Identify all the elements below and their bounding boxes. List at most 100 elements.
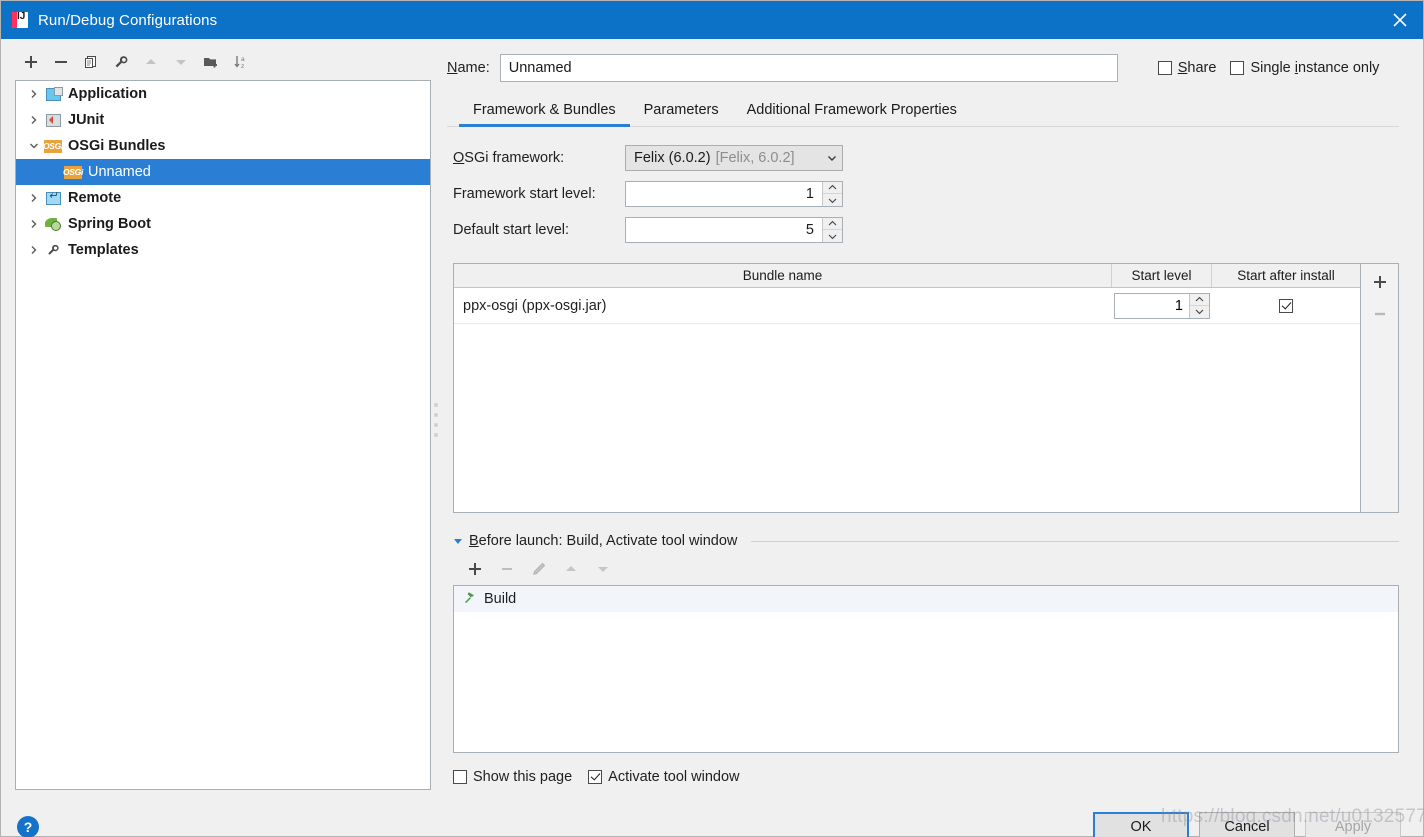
column-header-start-level[interactable]: Start level <box>1112 264 1212 287</box>
name-input[interactable] <box>499 54 1118 82</box>
before-launch-title: Before launch: Build, Activate tool wind… <box>469 533 738 549</box>
application-icon <box>44 86 63 102</box>
spring-boot-icon <box>44 216 62 232</box>
framework-start-level-stepper[interactable] <box>625 181 843 207</box>
configurations-tree[interactable]: Application JUnit OSGi OSGi Bundles OSGi… <box>15 80 431 790</box>
tree-item-unnamed[interactable]: OSGi Unnamed <box>16 159 430 185</box>
bundles-table-side-toolbar <box>1361 263 1399 513</box>
tree-item-junit[interactable]: JUnit <box>16 107 430 133</box>
show-this-page-label: Show this page <box>473 769 573 785</box>
triangle-down-icon[interactable] <box>453 536 463 546</box>
move-task-down-button[interactable] <box>589 556 617 582</box>
junit-icon <box>44 112 62 128</box>
pencil-icon[interactable] <box>525 556 553 582</box>
chevron-right-icon[interactable] <box>24 219 44 229</box>
stepper-down-icon[interactable] <box>823 194 842 206</box>
folder-add-icon[interactable] <box>197 49 225 75</box>
chevron-right-icon[interactable] <box>24 115 44 125</box>
share-checkbox[interactable]: Share <box>1157 60 1217 76</box>
add-task-button[interactable] <box>461 556 489 582</box>
help-question-icon[interactable]: ? <box>17 816 39 837</box>
tab-framework-and-bundles[interactable]: Framework & Bundles <box>459 102 630 127</box>
tree-item-label: Application <box>68 86 147 102</box>
remove-task-button[interactable] <box>493 556 521 582</box>
tree-item-osgi-bundles[interactable]: OSGi OSGi Bundles <box>16 133 430 159</box>
stepper-buttons[interactable] <box>822 182 842 206</box>
stepper-down-icon[interactable] <box>823 230 842 242</box>
tree-item-templates[interactable]: Templates <box>16 237 430 263</box>
sort-az-icon[interactable]: a z <box>227 49 255 75</box>
tab-parameters[interactable]: Parameters <box>630 102 733 126</box>
framework-start-level-input[interactable] <box>626 182 822 206</box>
chevron-right-icon[interactable] <box>24 89 44 99</box>
remove-bundle-button[interactable] <box>1367 302 1393 326</box>
before-launch-task-list[interactable]: Build <box>453 585 1399 753</box>
cell-start-after-install[interactable] <box>1212 288 1360 323</box>
panel-splitter[interactable] <box>431 39 441 800</box>
tree-item-label: Remote <box>68 190 122 206</box>
hammer-icon <box>462 590 477 608</box>
osgi-framework-detail: [Felix, 6.0.2] <box>715 150 795 166</box>
framework-start-level-row: Framework start level: <box>447 179 1399 209</box>
activate-tool-window-checkbox[interactable]: Activate tool window <box>588 769 740 785</box>
stepper-up-icon[interactable] <box>823 218 842 230</box>
stepper-down-icon[interactable] <box>1190 305 1209 318</box>
chevron-down-icon[interactable] <box>24 141 44 151</box>
framework-start-level-label: Framework start level: <box>453 186 596 202</box>
bundle-start-level-stepper[interactable] <box>1114 292 1210 319</box>
single-instance-only-checkbox[interactable]: Single instance only <box>1230 60 1379 76</box>
stepper-buttons[interactable] <box>822 218 842 242</box>
before-launch-header[interactable]: Before launch: Build, Activate tool wind… <box>453 533 1399 549</box>
editor-tabs: Framework & Bundles Parameters Additiona… <box>447 95 1399 127</box>
checkbox-box[interactable] <box>1230 61 1245 75</box>
close-icon[interactable] <box>1377 1 1423 39</box>
section-divider <box>751 540 1399 542</box>
cancel-button[interactable]: Cancel <box>1199 812 1295 837</box>
checkbox-box[interactable] <box>453 770 467 784</box>
name-row: Name: Share Single instance only <box>447 53 1399 83</box>
column-header-bundle-name[interactable]: Bundle name <box>454 264 1112 287</box>
tree-item-remote[interactable]: Remote <box>16 185 430 211</box>
table-header: Bundle name Start level Start after inst… <box>454 264 1360 288</box>
checkbox-box[interactable] <box>1157 61 1172 75</box>
splitter-grip-icon <box>434 402 438 437</box>
add-bundle-button[interactable] <box>1367 270 1393 294</box>
osgi-framework-select[interactable]: Felix (6.0.2) [Felix, 6.0.2] <box>625 145 843 171</box>
bundles-table[interactable]: Bundle name Start level Start after inst… <box>453 263 1361 513</box>
checkbox-box[interactable] <box>588 770 603 784</box>
column-header-start-after-install[interactable]: Start after install <box>1212 264 1360 287</box>
cell-bundle-name: ppx-osgi (ppx-osgi.jar) <box>463 297 607 314</box>
add-configuration-button[interactable] <box>17 49 45 75</box>
move-down-button[interactable] <box>167 49 195 75</box>
default-start-level-input[interactable] <box>626 218 822 242</box>
cell-start-level[interactable] <box>1112 288 1212 323</box>
chevron-down-icon[interactable] <box>826 152 838 164</box>
chevron-right-icon[interactable] <box>24 245 44 255</box>
task-label: Build <box>484 591 517 607</box>
chevron-right-icon[interactable] <box>24 193 44 203</box>
single-instance-only-label: Single instance only <box>1250 60 1380 76</box>
start-after-install-checkbox[interactable] <box>1279 298 1293 313</box>
tree-item-application[interactable]: Application <box>16 81 430 107</box>
share-label: Share <box>1177 60 1217 76</box>
ok-button[interactable]: OK <box>1093 812 1189 837</box>
stepper-up-icon[interactable] <box>1190 293 1209 306</box>
osgi-framework-label: OSGi framework: <box>453 150 565 166</box>
move-up-button[interactable] <box>137 49 165 75</box>
tree-item-label: Spring Boot <box>68 216 151 232</box>
default-start-level-stepper[interactable] <box>625 217 843 243</box>
copy-configuration-button[interactable] <box>77 49 105 75</box>
tab-additional-framework-properties[interactable]: Additional Framework Properties <box>733 102 971 126</box>
default-start-level-label: Default start level: <box>453 222 570 238</box>
move-task-up-button[interactable] <box>557 556 585 582</box>
stepper-buttons[interactable] <box>1189 293 1209 318</box>
list-item[interactable]: Build <box>454 586 1398 612</box>
osgi-framework-value: Felix (6.0.2) <box>634 150 711 166</box>
edit-templates-button[interactable] <box>107 49 135 75</box>
remove-configuration-button[interactable] <box>47 49 75 75</box>
stepper-up-icon[interactable] <box>823 182 842 194</box>
bundle-start-level-input[interactable] <box>1115 293 1189 318</box>
table-row[interactable]: ppx-osgi (ppx-osgi.jar) <box>454 288 1360 324</box>
tree-item-spring-boot[interactable]: Spring Boot <box>16 211 430 237</box>
show-this-page-checkbox[interactable]: Show this page <box>453 769 572 785</box>
